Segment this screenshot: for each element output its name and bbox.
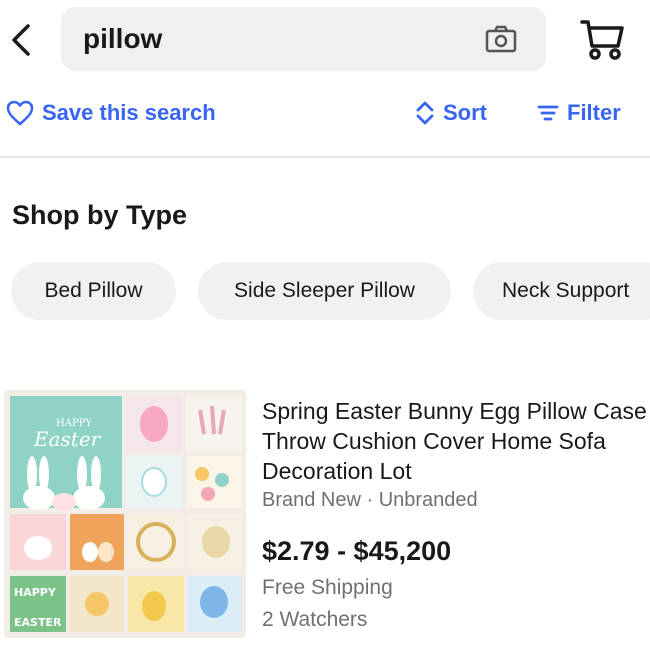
listing-image[interactable]: HAPPY Easter HAPPY EASTER xyxy=(4,390,246,638)
sort-button[interactable]: Sort xyxy=(415,100,487,126)
chip-neck-support[interactable]: Neck Support xyxy=(473,262,650,320)
filter-label: Filter xyxy=(567,100,621,125)
listing-watchers: 2 Watchers xyxy=(262,608,368,631)
listing-item[interactable]: HAPPY Easter HAPPY EASTER Spring Easter … xyxy=(0,390,650,640)
divider xyxy=(0,156,650,158)
search-query: pillow xyxy=(83,23,163,54)
section-title: Shop by Type xyxy=(12,200,188,230)
heart-icon xyxy=(6,100,34,126)
cart-button[interactable] xyxy=(578,16,626,62)
save-search-button[interactable]: Save this search xyxy=(6,100,216,126)
search-actions: Save this search Sort Filter xyxy=(0,92,650,142)
type-chips: Bed Pillow Side Sleeper Pillow Neck Supp… xyxy=(0,262,650,320)
tile-easter-text: Easter xyxy=(33,427,102,451)
chevron-left-icon xyxy=(12,24,30,56)
sort-label: Sort xyxy=(443,100,487,125)
sort-icon xyxy=(416,101,434,125)
chip-bed-pillow[interactable]: Bed Pillow xyxy=(11,262,176,320)
top-bar: pillow xyxy=(0,0,650,80)
product-collage-image: HAPPY Easter HAPPY EASTER xyxy=(10,396,242,632)
filter-icon xyxy=(537,105,559,121)
tile-easter-small-text: EASTER xyxy=(14,616,62,629)
cart-icon xyxy=(580,20,624,60)
back-button[interactable] xyxy=(8,20,36,60)
search-input[interactable]: pillow xyxy=(61,7,546,71)
save-search-label: Save this search xyxy=(42,100,216,125)
listing-title[interactable]: Spring Easter Bunny Egg Pillow Case Thro… xyxy=(262,396,647,486)
listing-price: $2.79 - $45,200 xyxy=(262,536,452,566)
chip-side-sleeper-pillow[interactable]: Side Sleeper Pillow xyxy=(198,262,451,320)
tile-happy-small-text: HAPPY xyxy=(14,586,57,599)
camera-icon xyxy=(485,25,517,53)
listing-condition: Brand New · Unbranded xyxy=(262,489,478,511)
camera-search-button[interactable] xyxy=(485,25,517,53)
listing-shipping: Free Shipping xyxy=(262,576,393,599)
filter-button[interactable]: Filter xyxy=(537,100,621,126)
